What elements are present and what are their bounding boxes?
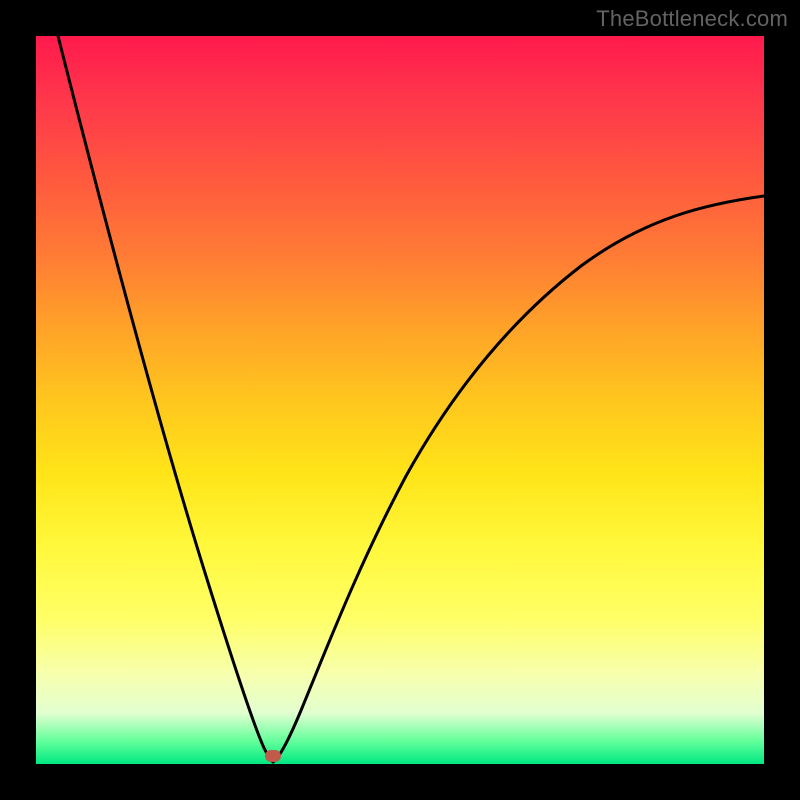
curve-left-branch: [58, 36, 273, 762]
minimum-marker: [265, 750, 281, 762]
plot-area: [36, 36, 764, 764]
curve-right-branch: [273, 196, 764, 762]
chart-frame: TheBottleneck.com: [0, 0, 800, 800]
bottleneck-curve: [36, 36, 764, 764]
watermark-text: TheBottleneck.com: [596, 6, 788, 32]
